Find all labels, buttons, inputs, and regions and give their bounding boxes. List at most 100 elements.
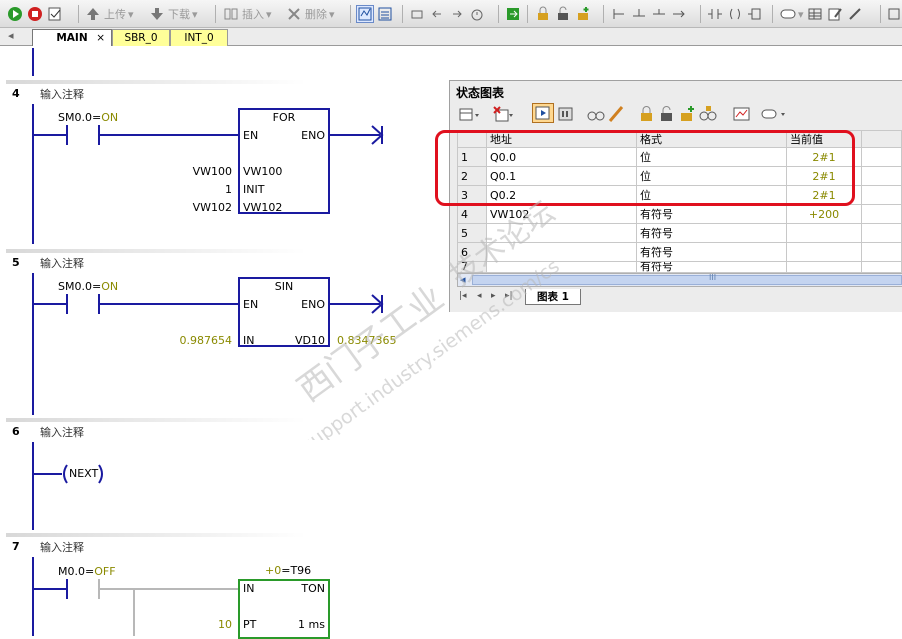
- row-number[interactable]: 7: [457, 261, 487, 273]
- address-cell[interactable]: VW102: [486, 204, 637, 224]
- next-coil[interactable]: NEXT: [61, 463, 105, 485]
- scrollbar-thumb[interactable]: III: [472, 273, 902, 285]
- ton-timer-box[interactable]: IN TON PT 1 ms: [238, 579, 330, 639]
- program-status-icon[interactable]: [356, 5, 374, 23]
- chart-execute-icon[interactable]: [532, 103, 554, 123]
- address-cell[interactable]: [486, 261, 637, 273]
- normally-open-contact[interactable]: [32, 574, 242, 636]
- first-sheet-icon[interactable]: |◂: [459, 291, 467, 301]
- download-dropdown-icon[interactable]: ▾: [192, 8, 198, 21]
- box-icon[interactable]: [746, 5, 764, 23]
- upload-button[interactable]: 上传: [104, 6, 126, 22]
- lock-add-icon[interactable]: [574, 5, 592, 23]
- table-row[interactable]: 7 有符号: [457, 261, 902, 273]
- tab-main[interactable]: MAIN ×: [32, 29, 112, 46]
- symbol-icon[interactable]: [778, 5, 796, 23]
- unlock-icon[interactable]: [554, 5, 572, 23]
- scroll-left-icon[interactable]: ◂: [460, 273, 466, 286]
- pause-icon[interactable]: [408, 5, 426, 23]
- lock-icon[interactable]: [638, 105, 656, 126]
- new-value-cell[interactable]: [861, 204, 902, 224]
- row-number[interactable]: 4: [457, 204, 487, 224]
- coil-icon[interactable]: [726, 5, 744, 23]
- row-number[interactable]: 6: [457, 242, 487, 262]
- sin-instruction-box[interactable]: SIN EN ENO IN VD10: [238, 277, 330, 347]
- new-value-cell[interactable]: [861, 147, 902, 167]
- export-icon[interactable]: [504, 5, 522, 23]
- new-value-cell[interactable]: [861, 185, 902, 205]
- insert-icon[interactable]: [222, 5, 240, 23]
- format-cell[interactable]: 有符号: [636, 223, 787, 243]
- pin-operand[interactable]: 1: [225, 183, 232, 196]
- new-value-cell[interactable]: [861, 223, 902, 243]
- network-comment[interactable]: 输入注释: [40, 255, 84, 271]
- new-value-cell[interactable]: [861, 261, 902, 273]
- pt-operand-value[interactable]: 10: [218, 618, 232, 631]
- unlock-icon[interactable]: [658, 105, 676, 126]
- back-icon[interactable]: [428, 5, 446, 23]
- new-value-cell[interactable]: [861, 242, 902, 262]
- single-read-icon[interactable]: [556, 105, 576, 126]
- tab-sbr-0[interactable]: SBR_0: [112, 29, 170, 46]
- pin-operand[interactable]: VW100: [193, 165, 232, 178]
- compile-icon[interactable]: [46, 5, 64, 23]
- insert-dropdown-icon[interactable]: ▾: [266, 8, 272, 21]
- address-cell[interactable]: [486, 223, 637, 243]
- format-cell[interactable]: 有符号: [636, 242, 787, 262]
- delete-row-icon[interactable]: [492, 105, 514, 126]
- pencil-icon[interactable]: [846, 5, 864, 23]
- horizontal-scrollbar[interactable]: ◂ III: [457, 273, 902, 287]
- more-icon[interactable]: [886, 5, 902, 23]
- branch-down-icon[interactable]: [610, 5, 628, 23]
- in-operand-value[interactable]: 0.987654: [180, 334, 233, 347]
- format-cell[interactable]: 有符号: [636, 204, 787, 224]
- stop-icon[interactable]: [26, 5, 44, 23]
- sheet-tab[interactable]: 图表 1: [525, 289, 581, 305]
- tab-int-0[interactable]: INT_0: [170, 29, 228, 46]
- chart-status-icon[interactable]: [376, 5, 394, 23]
- line-right-icon[interactable]: [670, 5, 688, 23]
- upload-icon[interactable]: [84, 5, 102, 23]
- prev-sheet-icon[interactable]: ◂: [477, 291, 482, 301]
- lock-add-icon[interactable]: [678, 105, 696, 126]
- normally-open-contact[interactable]: [32, 289, 242, 319]
- add-row-icon[interactable]: [458, 105, 480, 126]
- delete-button[interactable]: 删除: [305, 6, 327, 22]
- pencil-icon[interactable]: [606, 105, 626, 126]
- for-instruction-box[interactable]: FOR EN ENO VW100 INIT VW102: [238, 108, 330, 214]
- trend-view-icon[interactable]: [732, 105, 752, 126]
- network-comment[interactable]: 输入注释: [40, 539, 84, 555]
- address-cell[interactable]: [486, 242, 637, 262]
- network-comment[interactable]: 输入注释: [40, 86, 84, 102]
- edit-icon[interactable]: [826, 5, 844, 23]
- table-row[interactable]: 6 有符号: [457, 242, 902, 262]
- table-row[interactable]: 5 有符号: [457, 223, 902, 243]
- row-number[interactable]: 5: [457, 223, 487, 243]
- tab-scroll-left-icon[interactable]: ◂: [8, 29, 14, 42]
- delete-dropdown-icon[interactable]: ▾: [329, 8, 335, 21]
- timer-icon[interactable]: [468, 5, 486, 23]
- new-value-cell[interactable]: [861, 166, 902, 186]
- pin-operand[interactable]: VW102: [193, 201, 232, 214]
- last-sheet-icon[interactable]: ▸|: [505, 291, 513, 301]
- upload-dropdown-icon[interactable]: ▾: [128, 8, 134, 21]
- run-icon[interactable]: [6, 5, 24, 23]
- symbol-icon[interactable]: [760, 105, 790, 126]
- out-operand-value[interactable]: 0.8347365: [337, 334, 397, 347]
- download-button[interactable]: 下载: [168, 6, 190, 22]
- contact-icon[interactable]: [706, 5, 724, 23]
- close-icon[interactable]: ×: [96, 32, 105, 44]
- normally-open-contact[interactable]: [32, 120, 242, 150]
- glasses-icon[interactable]: [586, 105, 606, 126]
- format-cell[interactable]: 有符号: [636, 261, 787, 273]
- download-icon[interactable]: [148, 5, 166, 23]
- line-up-icon[interactable]: [650, 5, 668, 23]
- table-icon[interactable]: [806, 5, 824, 23]
- delete-icon[interactable]: [285, 5, 303, 23]
- read-forced-icon[interactable]: [698, 105, 718, 126]
- insert-button[interactable]: 插入: [242, 6, 264, 22]
- network-comment[interactable]: 输入注释: [40, 424, 84, 440]
- branch-up-icon[interactable]: [630, 5, 648, 23]
- forward-icon[interactable]: [448, 5, 466, 23]
- table-row[interactable]: 4 VW102 有符号 +200: [457, 204, 902, 224]
